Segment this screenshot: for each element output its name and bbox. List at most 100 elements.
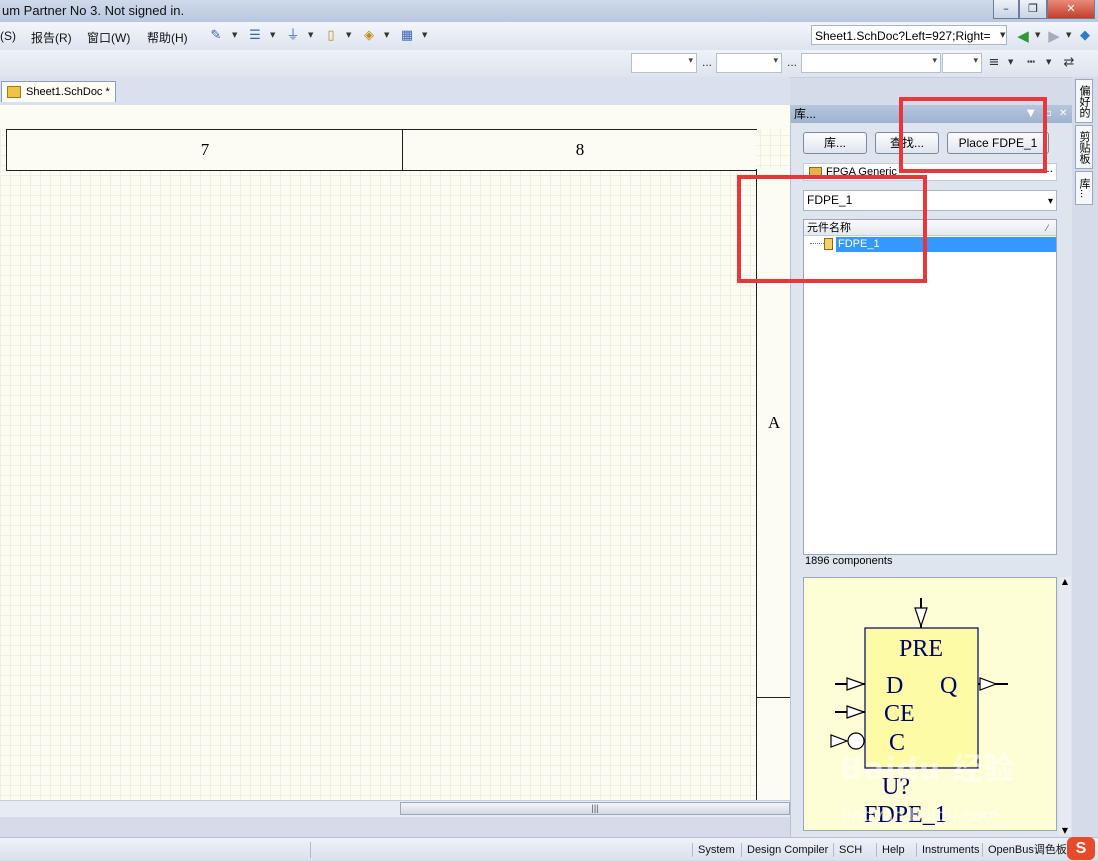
grid-icon[interactable]: ▦: [396, 26, 418, 46]
status-help[interactable]: Help: [876, 843, 905, 857]
chevron-down-icon[interactable]: ▼: [232, 31, 237, 39]
power-port-icon[interactable]: ⏚: [282, 26, 304, 46]
status-sch[interactable]: SCH: [833, 843, 862, 857]
style-combo[interactable]: [801, 53, 941, 73]
component-filter-input[interactable]: FDPE_1: [803, 190, 1057, 211]
canvas-bottom-area: [0, 817, 790, 837]
column-header-name[interactable]: 元件名称 ⁄: [804, 220, 1056, 236]
status-system[interactable]: System: [692, 843, 735, 857]
library-icon: [809, 167, 822, 178]
status-bar: System Design Compiler SCH Help Instrume…: [0, 837, 1098, 861]
parts-icon[interactable]: ▯: [320, 26, 342, 46]
panel-header: 库... ▼ ▫ ✕: [791, 105, 1073, 123]
chevron-down-icon[interactable]: ▼: [1000, 31, 1005, 39]
chevron-down-icon[interactable]: ▼: [270, 31, 275, 39]
schematic-canvas[interactable]: 7 8 A: [0, 105, 790, 800]
chevron-down-icon[interactable]: ▼: [1035, 31, 1040, 39]
back-icon[interactable]: ◀: [1012, 26, 1034, 46]
forward-icon[interactable]: ▶: [1043, 26, 1065, 46]
chevron-down-icon[interactable]: ▼: [308, 31, 313, 39]
tray-app-icon[interactable]: S: [1067, 837, 1095, 860]
menu-item-window[interactable]: 窗口(W): [87, 29, 130, 46]
minimize-button[interactable]: –: [993, 0, 1019, 19]
place-component-button[interactable]: Place FDPE_1: [947, 132, 1049, 154]
width-combo[interactable]: [942, 53, 982, 73]
library-name: FPGA Generic: [826, 166, 897, 178]
home-icon[interactable]: ◆: [1074, 26, 1096, 46]
line-style-icon[interactable]: ≡: [983, 53, 1005, 73]
format-toolbar: ... ... ≡ ▼ ┅ ▼ ⇄: [0, 50, 1098, 78]
libraries-button[interactable]: 库...: [803, 132, 867, 154]
address-field[interactable]: Sheet1.SchDoc?Left=927;Right=: [811, 25, 1007, 45]
status-design-compiler[interactable]: Design Compiler: [741, 843, 828, 857]
align-tool-icon[interactable]: ☰: [244, 26, 266, 46]
flipflop-symbol: PRE D Q CE C U? FDPE_1: [830, 598, 1008, 828]
title-bar: um Partner No 3. Not signed in. – ❐ ✕: [0, 0, 1098, 22]
tree-line: [810, 243, 824, 244]
menu-item-s[interactable]: (S): [0, 29, 16, 43]
chevron-down-icon[interactable]: ▼: [422, 31, 427, 39]
search-button[interactable]: 查找...: [875, 132, 939, 154]
side-panel-strip: 偏好的 剪贴板 库...: [1072, 77, 1098, 837]
chevron-down-icon[interactable]: ▼: [1008, 58, 1013, 66]
component-count: 1896 components: [805, 555, 893, 567]
menu-item-reports[interactable]: 报告(R): [31, 29, 72, 46]
zone-label-8: 8: [402, 130, 757, 170]
scrollbar-thumb[interactable]: |||: [400, 802, 790, 815]
side-tab-libraries[interactable]: 库...: [1075, 171, 1093, 205]
sheet-right-margin: [757, 169, 790, 800]
tab-label: Sheet1.SchDoc *: [26, 86, 110, 98]
swap-icon[interactable]: ⇄: [1058, 53, 1080, 73]
more-icon[interactable]: ...: [702, 55, 712, 69]
list-item[interactable]: FDPE_1: [804, 237, 1056, 252]
more-icon[interactable]: ...: [1043, 160, 1053, 176]
column-header-label: 元件名称: [807, 222, 851, 234]
component-name-label: FDPE_1: [864, 802, 947, 828]
sheet-border: [756, 169, 757, 800]
component-list[interactable]: 元件名称 ⁄ FDPE_1: [803, 219, 1057, 555]
wiring-tool-icon[interactable]: ✎: [205, 26, 227, 46]
chevron-down-icon[interactable]: ▼: [384, 31, 389, 39]
size-combo[interactable]: [716, 53, 782, 73]
zone-label-7: 7: [6, 130, 403, 170]
component-icon: [824, 238, 833, 250]
chevron-down-icon[interactable]: ▼: [1059, 826, 1071, 835]
sheet-margin: [0, 105, 790, 129]
pin-label-ce: CE: [884, 701, 915, 727]
status-divider: [310, 842, 311, 858]
zone-divider: [757, 697, 790, 698]
side-tab-clipboard[interactable]: 剪贴板: [1075, 125, 1093, 169]
component-preview: PRE D Q CE C U? FDPE_1: [803, 577, 1057, 831]
tab-sheet1[interactable]: Sheet1.SchDoc *: [1, 81, 116, 102]
panel-title: 库...: [794, 107, 817, 121]
status-openbus[interactable]: OpenBus调色板: [982, 843, 1067, 857]
dash-style-icon[interactable]: ┅: [1020, 53, 1042, 73]
window-title: um Partner No 3. Not signed in.: [2, 3, 185, 18]
document-tab-strip: Sheet1.SchDoc *: [0, 77, 790, 105]
pin-icon[interactable]: ▫: [1045, 105, 1052, 123]
close-icon[interactable]: ✕: [1059, 105, 1067, 123]
preview-scrollbar[interactable]: ▲ ▼: [1059, 577, 1071, 835]
pin-label-c: C: [889, 730, 905, 756]
zone-label-a: A: [768, 413, 781, 432]
side-tab-favorites[interactable]: 偏好的: [1075, 79, 1093, 123]
library-selector[interactable]: FPGA Generic ...: [803, 160, 1057, 181]
close-button[interactable]: ✕: [1047, 0, 1095, 19]
pin-label-d: D: [886, 673, 903, 699]
zone-header-row: 7 8: [6, 129, 757, 171]
status-instruments[interactable]: Instruments: [916, 843, 979, 857]
horizontal-scrollbar[interactable]: |||: [0, 800, 790, 817]
list-item-label: FDPE_1: [836, 237, 1056, 252]
library-panel: 库... ▼ ▫ ✕ 库... 查找... Place FDPE_1 FPGA …: [790, 105, 1073, 837]
chevron-down-icon[interactable]: ▼: [1046, 58, 1051, 66]
port-icon[interactable]: ◈: [358, 26, 380, 46]
chevron-down-icon[interactable]: ▼: [1066, 31, 1071, 39]
chevron-down-icon[interactable]: ▼: [346, 31, 351, 39]
maximize-button[interactable]: ❐: [1019, 0, 1047, 19]
menu-item-help[interactable]: 帮助(H): [147, 29, 188, 46]
panel-menu-icon[interactable]: ▼: [1027, 105, 1035, 123]
more-icon[interactable]: ...: [787, 55, 797, 69]
font-combo[interactable]: [631, 53, 697, 73]
pin-label-q: Q: [940, 673, 957, 699]
designator-label: U?: [882, 774, 910, 800]
